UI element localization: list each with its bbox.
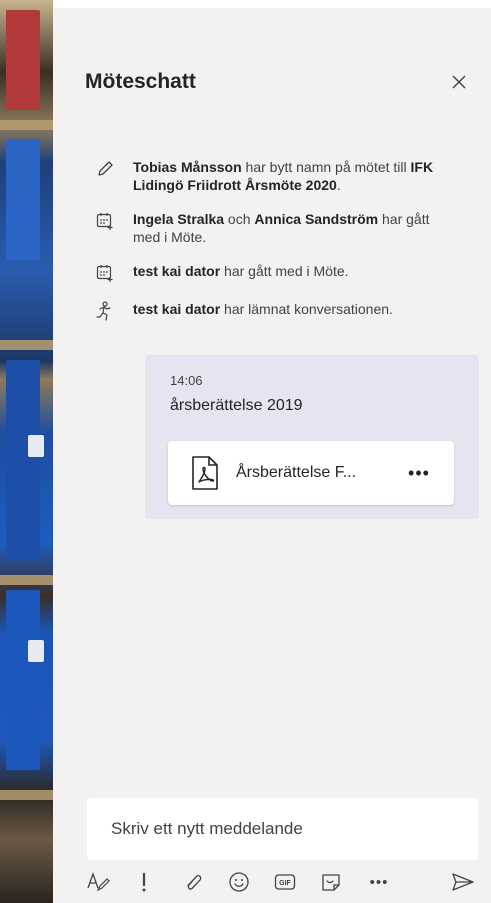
sticker-button[interactable]: [317, 868, 345, 896]
video-feed: [0, 0, 53, 903]
gif-button[interactable]: GIF: [271, 868, 299, 896]
more-options-icon[interactable]: •••: [361, 868, 397, 896]
message-input[interactable]: [87, 798, 478, 860]
pdf-file-icon: [192, 456, 218, 490]
event-text: Tobias Månsson har bytt namn på mötet ti…: [133, 159, 434, 193]
message-bubble: 14:06 årsberättelse 2019 Årsberättelse F…: [145, 355, 479, 519]
pencil-icon: [93, 158, 117, 180]
event-text: Ingela Stralka och Annica Sandström har …: [133, 211, 430, 245]
event-join: Ingela Stralka och Annica Sandström har …: [93, 210, 483, 246]
send-icon: [452, 873, 474, 891]
message-text: årsberättelse 2019: [170, 397, 303, 414]
chat-header: Möteschatt: [85, 62, 471, 102]
important-icon: [142, 872, 146, 892]
event-rename: Tobias Månsson har bytt namn på mötet ti…: [93, 158, 483, 194]
emoji-icon: [229, 872, 249, 892]
person-leave-icon: [93, 300, 117, 322]
important-button[interactable]: [130, 868, 158, 896]
calendar-join-icon: [93, 262, 117, 284]
event-join: test kai dator har gått med i Möte.: [93, 262, 483, 284]
emoji-button[interactable]: [225, 868, 253, 896]
attach-icon: [187, 875, 202, 890]
gif-icon: GIF: [274, 874, 296, 890]
panel-title: Möteschatt: [85, 70, 196, 93]
close-icon: [452, 75, 466, 89]
format-icon: [87, 872, 110, 892]
event-leave: test kai dator har lämnat konversationen…: [93, 300, 483, 322]
file-name: Årsberättelse F...: [236, 464, 357, 481]
attach-button[interactable]: [179, 868, 207, 896]
file-attachment-card[interactable]: Årsberättelse F... •••: [168, 441, 454, 505]
compose-box[interactable]: [87, 798, 478, 860]
sticker-icon: [322, 874, 340, 891]
meeting-chat-panel: Möteschatt Tobias Månsson har bytt namn …: [53, 8, 491, 903]
calendar-join-icon: [93, 210, 117, 232]
send-button[interactable]: [449, 868, 477, 896]
event-text: test kai dator har lämnat konversationen…: [133, 301, 393, 317]
event-text: test kai dator har gått med i Möte.: [133, 263, 349, 279]
compose-toolbar: GIF •••: [85, 868, 481, 896]
more-options-icon[interactable]: •••: [404, 463, 434, 484]
close-button[interactable]: [447, 70, 471, 94]
event-list: Tobias Månsson har bytt namn på mötet ti…: [93, 158, 483, 338]
format-button[interactable]: [85, 868, 113, 896]
gif-label: GIF: [279, 880, 291, 887]
message-time: 14:06: [170, 373, 203, 388]
